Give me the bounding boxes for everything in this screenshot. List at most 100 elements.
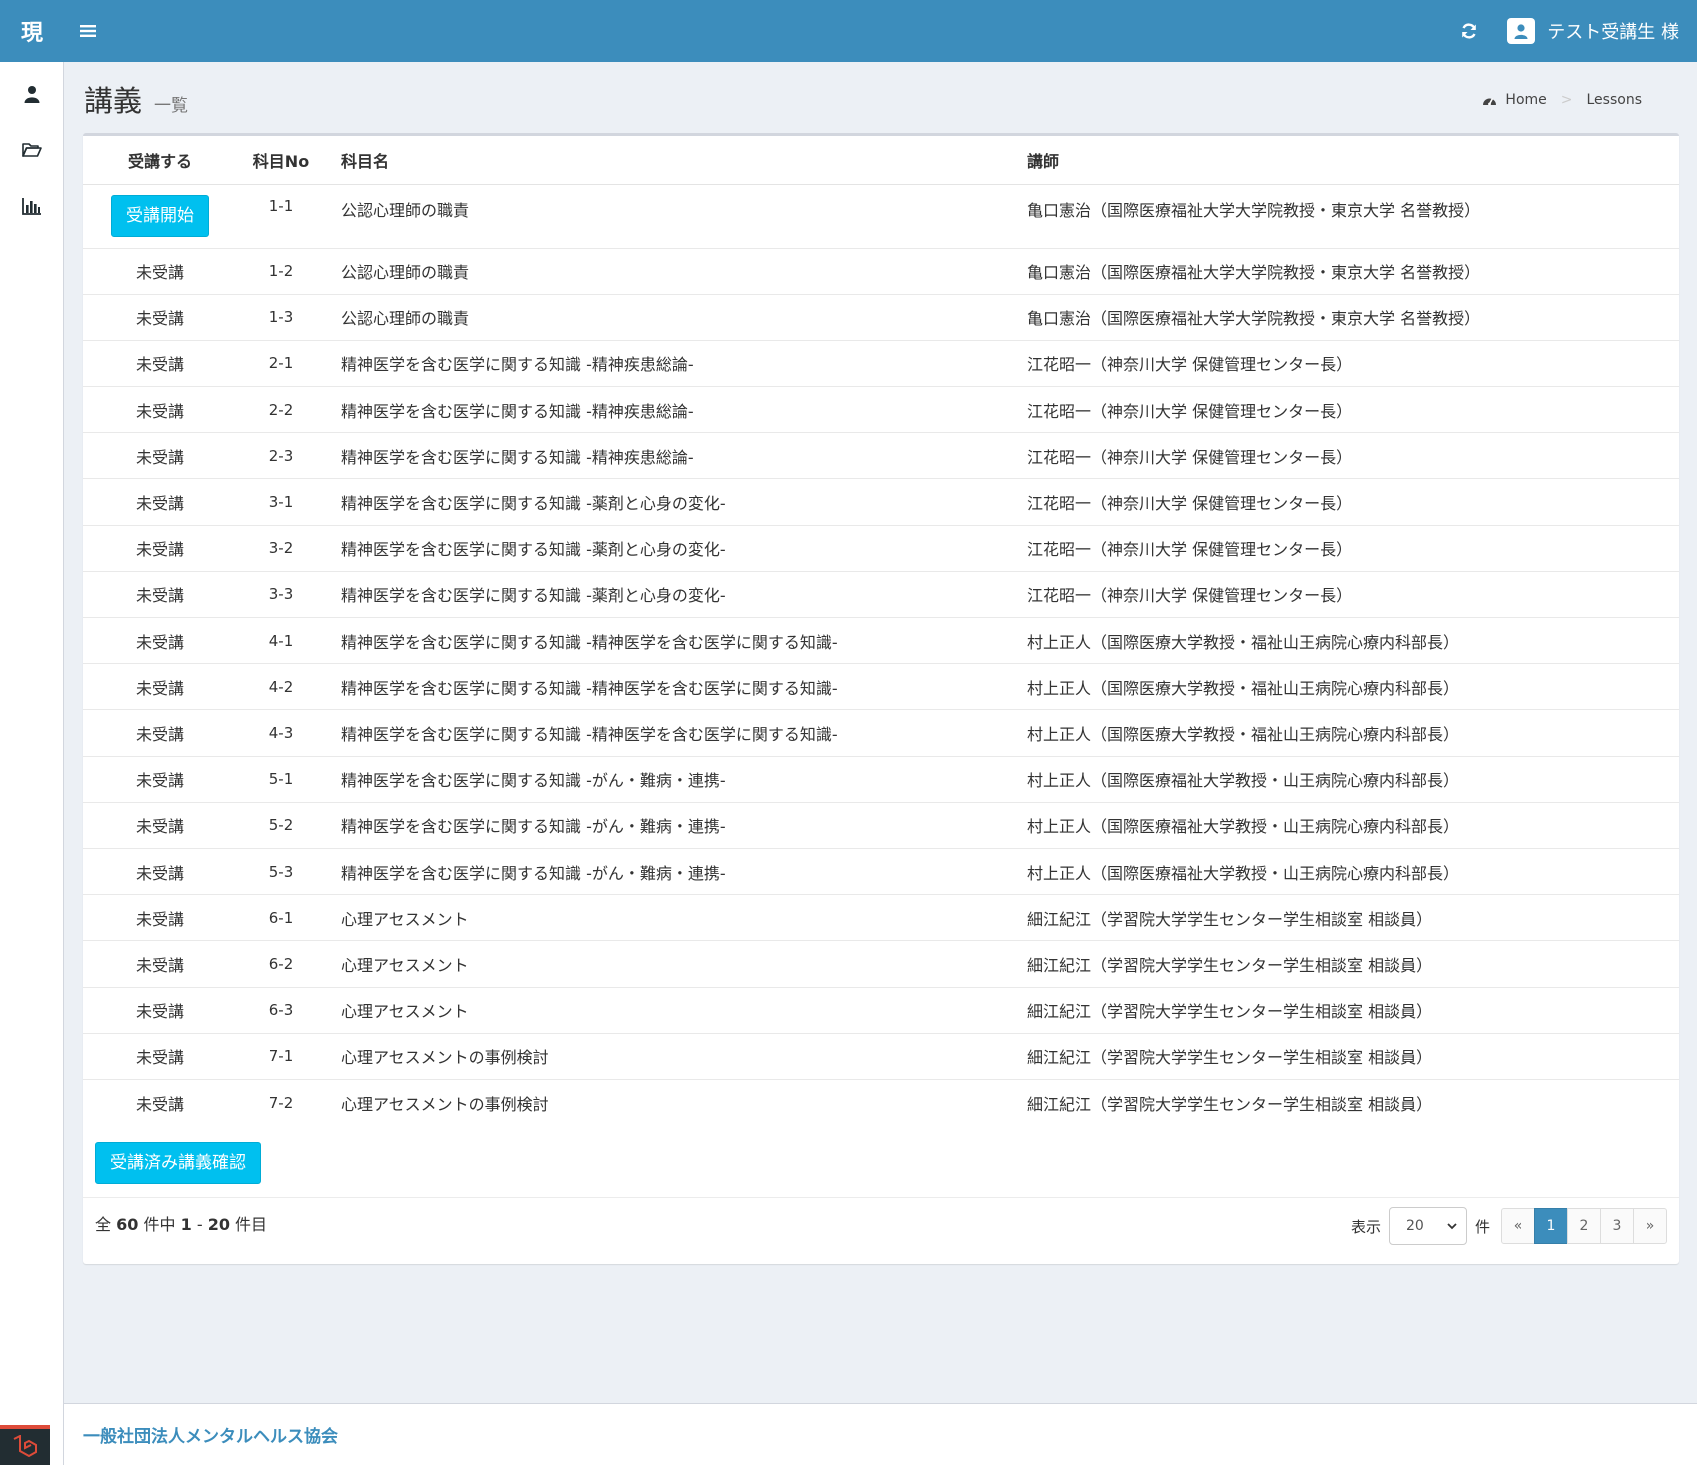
refresh-button[interactable]	[1449, 11, 1489, 51]
subject-name: 公認心理師の職責	[325, 247, 1027, 295]
top-navbar: 現 テスト受講生 様	[0, 0, 1697, 62]
lesson-status: 未受講	[83, 293, 237, 341]
summary-from: 1	[180, 1215, 192, 1234]
user-icon	[24, 86, 40, 103]
teacher-name: 江花昭一（神奈川大学 保健管理センター長）	[1027, 524, 1679, 572]
sidebar-toggle-button[interactable]	[64, 0, 112, 62]
subject-name: 精神医学を含む医学に関する知識 -がん・難病・連携-	[325, 755, 1027, 803]
per-page-value: 20	[1405, 1218, 1424, 1234]
page-prev-button[interactable]: «	[1501, 1208, 1535, 1244]
table-row: 未受講 4-1 精神医学を含む医学に関する知識 -精神医学を含む医学に関する知識…	[83, 616, 1679, 664]
summary-dash: -	[196, 1215, 203, 1234]
sidebar-item-lessons[interactable]	[0, 122, 64, 178]
table-row: 未受講 5-2 精神医学を含む医学に関する知識 -がん・難病・連携- 村上正人（…	[83, 801, 1679, 849]
lessons-table: 受講する 科目No 科目名 講師 受講開始 1-1 公認心理師の職責 亀口憲治（…	[83, 136, 1679, 1126]
subject-no: 3-3	[237, 570, 325, 618]
subject-name: 心理アセスメント	[325, 986, 1027, 1034]
summary-total: 60	[116, 1215, 139, 1234]
result-summary: 全 60 件中 1 - 20 件目	[95, 1211, 267, 1235]
teacher-name: 江花昭一（神奈川大学 保健管理センター長）	[1027, 339, 1679, 387]
subject-no: 7-1	[237, 1032, 325, 1080]
table-row: 未受講 6-1 心理アセスメント 細江紀江（学習院大学学生センター学生相談室 相…	[83, 894, 1679, 941]
app-logo[interactable]: 現	[0, 0, 64, 62]
subject-no: 6-1	[237, 894, 325, 941]
sidebar-item-stats[interactable]	[0, 178, 64, 234]
lesson-status: 未受講	[83, 247, 237, 295]
footer-org-link[interactable]: 一般社団法人メンタルヘルス協会	[83, 1422, 338, 1447]
subject-no: 3-2	[237, 524, 325, 572]
teacher-name: 細江紀江（学習院大学学生センター学生相談室 相談員）	[1027, 1078, 1679, 1126]
table-row: 未受講 4-3 精神医学を含む医学に関する知識 -精神医学を含む医学に関する知識…	[83, 709, 1679, 757]
teacher-name: 亀口憲治（国際医療福祉大学大学院教授・東京大学 名誉教授）	[1027, 293, 1679, 341]
subject-no: 2-1	[237, 339, 325, 387]
lesson-status: 未受講	[83, 570, 237, 618]
table-row: 未受講 1-2 公認心理師の職責 亀口憲治（国際医療福祉大学大学院教授・東京大学…	[83, 247, 1679, 295]
page-button-3[interactable]: 3	[1600, 1208, 1634, 1244]
subject-no: 2-2	[237, 386, 325, 433]
teacher-name: 村上正人（国際医療大学教授・福祉山王病院心療内科部長）	[1027, 663, 1679, 710]
subject-no: 7-2	[237, 1078, 325, 1126]
subject-name: 精神医学を含む医学に関する知識 -薬剤と心身の変化-	[325, 478, 1027, 526]
subject-no: 1-1	[237, 183, 325, 248]
subject-no: 5-2	[237, 801, 325, 849]
teacher-name: 村上正人（国際医療福祉大学教授・山王病院心療内科部長）	[1027, 801, 1679, 849]
teacher-name: 村上正人（国際医療福祉大学教授・山王病院心療内科部長）	[1027, 847, 1679, 895]
chevron-down-icon	[1447, 1223, 1457, 1230]
table-row: 未受講 7-2 心理アセスメントの事例検討 細江紀江（学習院大学学生センター学生…	[83, 1078, 1679, 1126]
subject-name: 公認心理師の職責	[325, 183, 1027, 248]
subject-no: 3-1	[237, 478, 325, 526]
teacher-name: 村上正人（国際医療大学教授・福祉山王病院心療内科部長）	[1027, 616, 1679, 664]
display-label: 表示	[1350, 1217, 1381, 1236]
teacher-name: 亀口憲治（国際医療福祉大学大学院教授・東京大学 名誉教授）	[1027, 183, 1679, 248]
table-row: 未受講 6-2 心理アセスメント 細江紀江（学習院大学学生センター学生相談室 相…	[83, 940, 1679, 987]
subject-name: 精神医学を含む医学に関する知識 -がん・難病・連携-	[325, 847, 1027, 895]
table-row: 未受講 5-1 精神医学を含む医学に関する知識 -がん・難病・連携- 村上正人（…	[83, 755, 1679, 803]
row-action-cell: 受講開始	[83, 183, 237, 248]
table-row: 未受講 2-3 精神医学を含む医学に関する知識 -精神疾患総論- 江花昭一（神奈…	[83, 432, 1679, 479]
user-avatar-icon	[1507, 18, 1536, 44]
folder-open-icon	[22, 143, 42, 157]
teacher-name: 細江紀江（学習院大学学生センター学生相談室 相談員）	[1027, 1032, 1679, 1080]
summary-mid: 件中	[143, 1215, 176, 1234]
teacher-name: 江花昭一（神奈川大学 保健管理センター長）	[1027, 570, 1679, 618]
teacher-name: 細江紀江（学習院大学学生センター学生相談室 相談員）	[1027, 894, 1679, 941]
table-row: 受講開始 1-1 公認心理師の職責 亀口憲治（国際医療福祉大学大学院教授・東京大…	[83, 183, 1679, 248]
table-row: 未受講 5-3 精神医学を含む医学に関する知識 -がん・難病・連携- 村上正人（…	[83, 847, 1679, 895]
box-actions: 受講済み講義確認	[95, 1142, 261, 1184]
subject-no: 2-3	[237, 432, 325, 479]
user-menu[interactable]: テスト受講生 様	[1507, 18, 1679, 44]
dashboard-icon	[1483, 97, 1497, 105]
column-header-teacher: 講師	[1027, 136, 1679, 185]
subject-name: 精神医学を含む医学に関する知識 -精神疾患総論-	[325, 386, 1027, 433]
breadcrumb-home[interactable]: Home	[1482, 92, 1547, 108]
table-row: 未受講 6-3 心理アセスメント 細江紀江（学習院大学学生センター学生相談室 相…	[83, 986, 1679, 1034]
start-lesson-button[interactable]: 受講開始	[111, 194, 209, 237]
subject-no: 6-2	[237, 940, 325, 987]
bar-chart-icon	[22, 198, 41, 215]
teacher-name: 江花昭一（神奈川大学 保健管理センター長）	[1027, 478, 1679, 526]
refresh-icon	[1462, 23, 1477, 39]
page-button-2[interactable]: 2	[1567, 1208, 1601, 1244]
unit-label: 件	[1474, 1217, 1490, 1236]
lesson-status: 未受講	[83, 894, 237, 941]
subject-no: 1-3	[237, 293, 325, 341]
subject-no: 5-3	[237, 847, 325, 895]
lesson-status: 未受講	[83, 524, 237, 572]
subject-name: 心理アセスメントの事例検討	[325, 1032, 1027, 1080]
sidebar-item-profile[interactable]	[0, 66, 64, 122]
per-page-select[interactable]: 20	[1388, 1207, 1467, 1245]
page-button-1[interactable]: 1	[1534, 1208, 1568, 1244]
page-next-button[interactable]: »	[1633, 1208, 1667, 1244]
lesson-status: 未受講	[83, 1032, 237, 1080]
breadcrumb-current: Lessons	[1586, 92, 1643, 108]
subject-no: 1-2	[237, 247, 325, 295]
completed-lessons-button[interactable]: 受講済み講義確認	[95, 1142, 261, 1184]
subject-name: 心理アセスメント	[325, 894, 1027, 941]
lesson-status: 未受講	[83, 940, 237, 987]
table-row: 未受講 4-2 精神医学を含む医学に関する知識 -精神医学を含む医学に関する知識…	[83, 663, 1679, 710]
subject-no: 6-3	[237, 986, 325, 1034]
laravel-icon	[13, 1435, 37, 1458]
subject-name: 精神医学を含む医学に関する知識 -精神医学を含む医学に関する知識-	[325, 663, 1027, 710]
table-row: 未受講 3-1 精神医学を含む医学に関する知識 -薬剤と心身の変化- 江花昭一（…	[83, 478, 1679, 526]
subject-name: 精神医学を含む医学に関する知識 -精神疾患総論-	[325, 339, 1027, 387]
